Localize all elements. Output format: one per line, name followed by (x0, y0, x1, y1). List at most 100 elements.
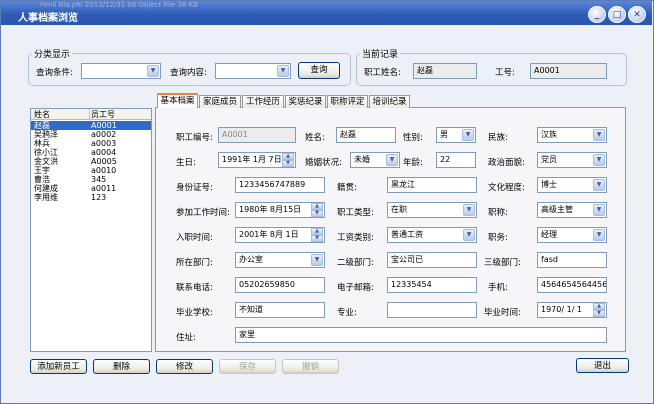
chevron-down-icon[interactable]: ▼ (463, 229, 475, 241)
politics-combo[interactable]: 党员 ▼ (537, 152, 607, 168)
tab-rewards[interactable]: 奖惩纪录 (285, 95, 326, 108)
current-record-label: 当前记录 (360, 47, 401, 60)
native-field[interactable]: 黑龙江 (387, 177, 477, 193)
emp-no-field[interactable]: A0001 (218, 127, 296, 143)
spin-down-icon[interactable]: ▼ (311, 235, 323, 242)
list-item-id[interactable]: 123 (91, 193, 106, 202)
phone-field[interactable]: 05202659850 (235, 277, 325, 293)
tab-training[interactable]: 培训纪录 (369, 95, 410, 108)
education-combo[interactable]: 博士 ▼ (537, 177, 607, 193)
idcard-field[interactable]: 1233456747889 (235, 177, 325, 193)
list-item-name[interactable]: 吴鸦泽 (34, 130, 58, 139)
dept-combo[interactable]: 办公室 ▼ (235, 252, 325, 268)
modify-button[interactable]: 修改 (156, 359, 213, 374)
chevron-down-icon[interactable]: ▼ (386, 154, 398, 166)
spin-up-icon[interactable]: ▲ (593, 303, 605, 310)
title-combo[interactable]: 高级主管 ▼ (537, 202, 607, 218)
chevron-down-icon[interactable]: ▼ (147, 65, 159, 77)
list-item-id[interactable]: a0004 (91, 148, 116, 157)
gender-label: 性别: (403, 133, 423, 143)
mobile-field[interactable]: 4564654564456 (537, 277, 607, 293)
list-item-name[interactable]: 何建成 (34, 184, 58, 193)
query-button[interactable]: 查询 (298, 62, 340, 79)
tab-work-history[interactable]: 工作经历 (242, 95, 284, 108)
marital-combo[interactable]: 未婚 ▼ (350, 152, 400, 168)
list-item-name[interactable]: 金文洪 (34, 157, 58, 166)
tab-family[interactable]: 家庭成员 (199, 95, 241, 108)
duty-label: 职务: (488, 233, 508, 243)
delete-button[interactable]: 删除 (93, 359, 150, 374)
spin-down-icon[interactable]: ▼ (311, 210, 323, 217)
exit-button[interactable]: 退出 (576, 358, 629, 373)
list-item-id[interactable]: 345 (91, 175, 106, 184)
salary-combo[interactable]: 普通工资 ▼ (387, 227, 477, 243)
workstart-date-picker[interactable]: 1980年 8月15日 ▲ ▼ (235, 202, 325, 218)
date-spinner[interactable]: ▲ ▼ (311, 228, 323, 242)
chevron-down-icon[interactable]: ▼ (593, 154, 605, 166)
chevron-down-icon[interactable]: ▼ (593, 179, 605, 191)
age-label: 年龄: (403, 158, 423, 168)
list-header-name[interactable]: 姓名 (34, 110, 50, 119)
dept3-field[interactable]: fasd (537, 252, 607, 268)
tab-basic-record[interactable]: 基本档案 (157, 93, 198, 108)
birth-date-picker[interactable]: 1991年 1月 7日 ▲ ▼ (218, 152, 296, 168)
list-item-id[interactable]: a0003 (91, 139, 116, 148)
address-field[interactable]: 家里 (235, 327, 607, 343)
list-item-name[interactable]: 王宇 (34, 166, 50, 175)
chevron-down-icon[interactable]: ▼ (462, 129, 474, 141)
tab-title-eval[interactable]: 职称评定 (327, 95, 368, 108)
condition-combo[interactable]: ▼ (81, 63, 161, 79)
list-item-name[interactable]: 曹浩 (34, 175, 50, 184)
emp-no-label: 职工编号: (176, 133, 213, 143)
content-combo[interactable]: ▼ (215, 63, 291, 79)
chevron-down-icon[interactable]: ▼ (593, 129, 605, 141)
list-header-id[interactable]: 员工号 (91, 110, 115, 119)
list-item-id[interactable]: A0001 (91, 121, 117, 130)
date-spinner[interactable]: ▲ ▼ (593, 303, 605, 317)
maximize-button[interactable]: □ (608, 6, 626, 23)
date-spinner[interactable]: ▲ ▼ (311, 203, 323, 217)
graddate-label: 毕业时间: (484, 308, 521, 318)
minimize-button[interactable]: _ (588, 6, 606, 23)
age-field[interactable]: 22 (436, 152, 476, 168)
dept2-field[interactable]: 宝公司已 (387, 252, 477, 268)
add-employee-button[interactable]: 添加新员工 (30, 359, 87, 374)
spin-up-icon[interactable]: ▲ (311, 228, 323, 235)
name-label: 姓名: (305, 133, 325, 143)
close-icon: ✕ (633, 9, 641, 20)
chevron-down-icon[interactable]: ▼ (593, 229, 605, 241)
date-spinner[interactable]: ▲ ▼ (282, 153, 294, 167)
email-field[interactable]: 12335454 (387, 277, 477, 293)
chevron-down-icon[interactable]: ▼ (277, 65, 289, 77)
list-item-id[interactable]: a0011 (91, 184, 116, 193)
school-field[interactable]: 不知道 (235, 302, 325, 318)
major-field[interactable] (387, 302, 477, 318)
entry-date-picker[interactable]: 2001年 8月 1日 ▲ ▼ (235, 227, 325, 243)
list-item-name[interactable]: 赵磊 (34, 121, 50, 130)
list-item-name[interactable]: 林兵 (34, 139, 50, 148)
close-button[interactable]: ✕ (628, 6, 646, 23)
gender-combo[interactable]: 男 ▼ (436, 127, 476, 143)
list-item-name[interactable]: 徐小江 (34, 148, 58, 157)
spin-down-icon[interactable]: ▼ (593, 310, 605, 317)
chevron-down-icon[interactable]: ▼ (463, 204, 475, 216)
emptype-combo[interactable]: 在职 ▼ (387, 202, 477, 218)
dept2-label: 二级部门: (337, 258, 374, 268)
name-field[interactable]: 赵磊 (336, 127, 396, 143)
graddate-date-picker[interactable]: 1970/ 1/ 1 ▲ ▼ (537, 302, 607, 318)
spin-up-icon[interactable]: ▲ (311, 203, 323, 210)
nation-combo[interactable]: 汉族 ▼ (537, 127, 607, 143)
school-label: 毕业学校: (176, 308, 213, 318)
list-item-name[interactable]: 李用维 (34, 193, 58, 202)
education-label: 文化程度: (488, 183, 525, 193)
list-item-id[interactable]: a0002 (91, 130, 116, 139)
list-item-id[interactable]: a0010 (91, 166, 116, 175)
list-item-id[interactable]: A0005 (91, 157, 117, 166)
save-button[interactable]: 保存 (219, 359, 276, 374)
chevron-down-icon[interactable]: ▼ (593, 204, 605, 216)
chevron-down-icon[interactable]: ▼ (311, 254, 323, 266)
duty-combo[interactable]: 经理 ▼ (537, 227, 607, 243)
spin-down-icon[interactable]: ▼ (282, 160, 294, 167)
undo-button[interactable]: 撤销 (282, 359, 339, 374)
spin-up-icon[interactable]: ▲ (282, 153, 294, 160)
